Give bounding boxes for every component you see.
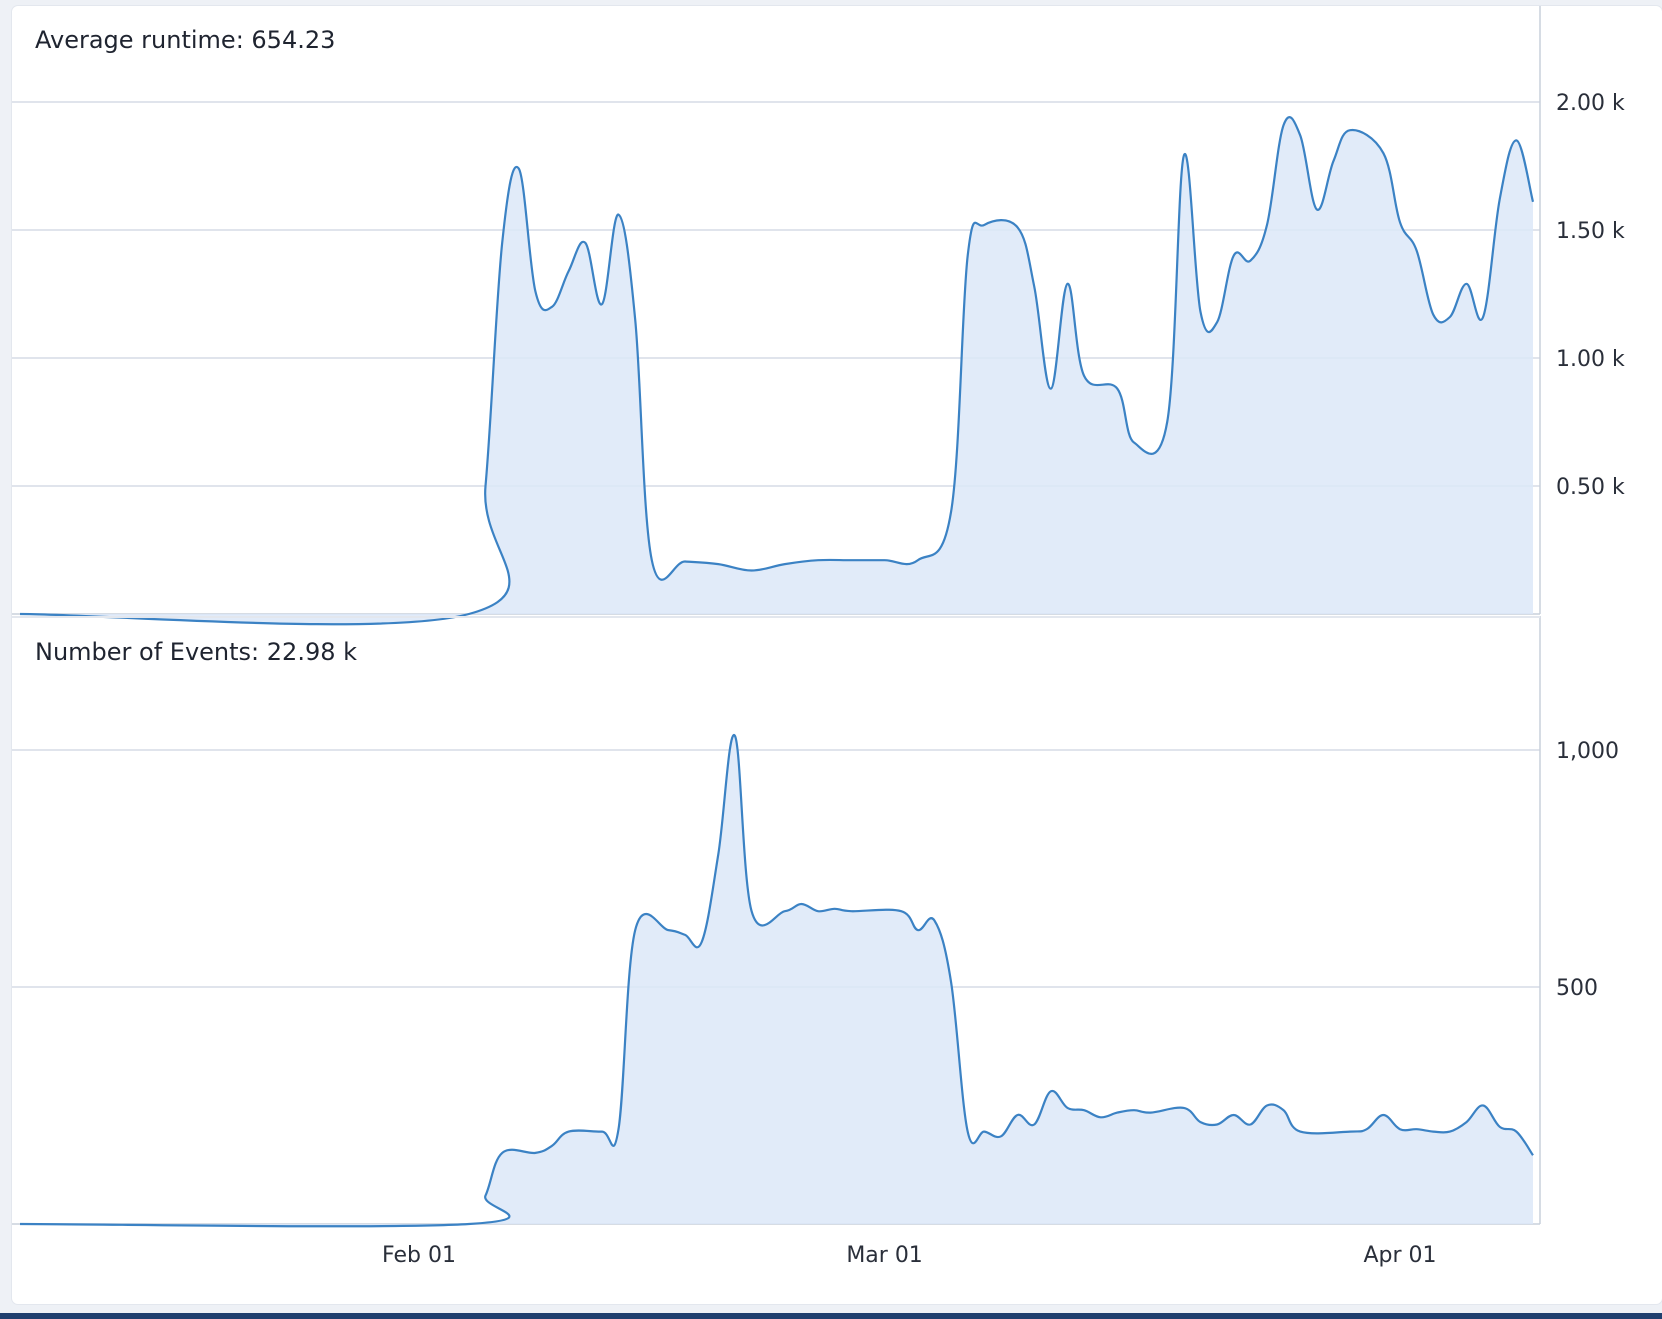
x-tick-label: Apr 01 bbox=[1363, 1243, 1436, 1268]
x-tick-label: Feb 01 bbox=[382, 1243, 456, 1268]
y-tick-label: 1.00 k bbox=[1556, 347, 1625, 372]
y-tick-label: 500 bbox=[1556, 976, 1598, 1001]
series-area bbox=[20, 734, 1533, 1227]
number-of-events-chart: Number of Events: 22.98 k 500 1,000 Feb 01… bbox=[12, 616, 1619, 1268]
x-tick-label: Mar 01 bbox=[846, 1243, 923, 1268]
series-area bbox=[20, 117, 1533, 625]
y-tick-label: 1.50 k bbox=[1556, 219, 1625, 244]
average-runtime-chart: Average runtime: 654.23 0.50 k 1.00 k 1.50… bbox=[12, 6, 1625, 626]
number-of-events-title: Number of Events: 22.98 k bbox=[35, 638, 357, 666]
y-tick-label: 0.50 k bbox=[1556, 475, 1625, 500]
average-runtime-title: Average runtime: 654.23 bbox=[35, 26, 335, 54]
y-tick-label: 2.00 k bbox=[1556, 91, 1625, 116]
charts-svg: Average runtime: 654.23 0.50 k 1.00 k 1.50… bbox=[12, 6, 1625, 1268]
y-tick-label: 1,000 bbox=[1556, 739, 1619, 764]
